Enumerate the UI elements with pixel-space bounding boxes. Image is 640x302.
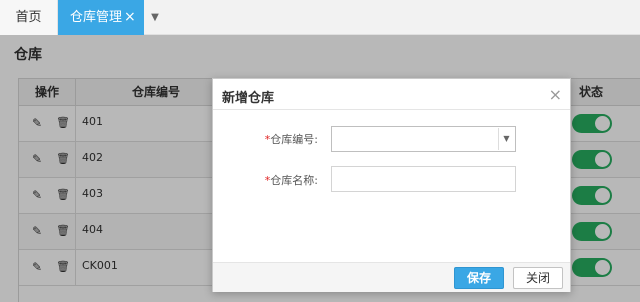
close-button[interactable]: 关闭 (513, 267, 563, 289)
save-button[interactable]: 保存 (454, 267, 504, 289)
name-label-text: 仓库名称: (270, 174, 318, 187)
warehouse-code-select[interactable]: ▼ (331, 126, 516, 152)
tab-bar: 首页 仓库管理 × ▼ (0, 0, 640, 35)
code-field-label: *仓库编号: (238, 131, 318, 147)
tab-label: 仓库管理 (70, 10, 123, 25)
tab-home[interactable]: 首页 (0, 0, 58, 35)
add-warehouse-dialog: 新增仓库 × *仓库编号: ▼ *仓库名称: 保存 关闭 (212, 78, 571, 292)
tab-close-icon[interactable]: × (124, 0, 136, 35)
dialog-footer: 保存 关闭 (213, 262, 570, 292)
tab-warehouse-management[interactable]: 仓库管理 × (58, 0, 144, 35)
chevron-down-icon[interactable]: ▼ (498, 128, 514, 150)
name-field-label: *仓库名称: (238, 172, 318, 188)
dialog-header: 新增仓库 × (213, 79, 570, 110)
tab-more-dropdown-icon[interactable]: ▼ (146, 0, 164, 35)
code-label-text: 仓库编号: (270, 133, 318, 146)
close-icon[interactable]: × (549, 85, 562, 104)
warehouse-name-input[interactable] (331, 166, 516, 192)
dialog-title: 新增仓库 (222, 91, 275, 106)
